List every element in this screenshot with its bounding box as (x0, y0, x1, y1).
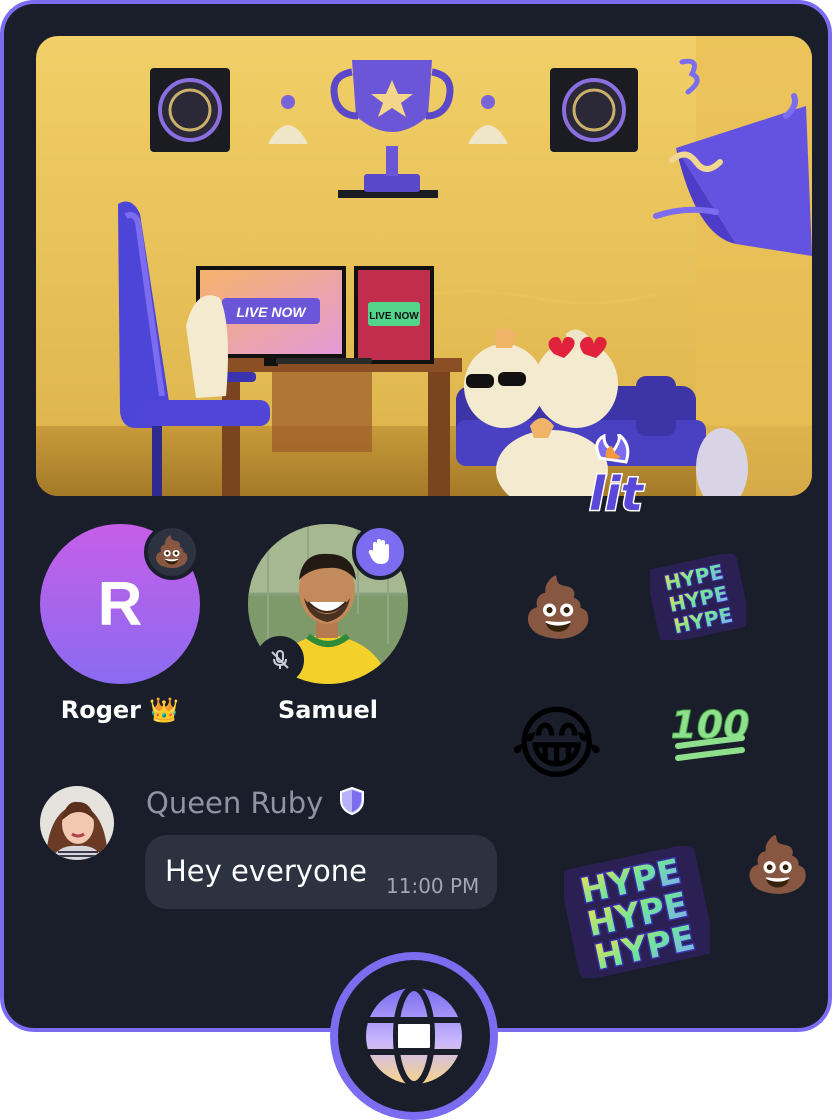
poop-emoji-sticker: 💩 (744, 833, 812, 896)
chat-message-time: 11:00 PM (386, 874, 480, 898)
lit-sticker: lit (588, 434, 646, 523)
speaker-left (150, 68, 230, 152)
chat-author: Queen Ruby (146, 786, 365, 820)
hundred-points-sticker: 100 (672, 703, 750, 761)
chat-author-name: Queen Ruby (146, 786, 324, 820)
chat-message-bubble[interactable]: Hey everyone 11:00 PM (145, 835, 497, 909)
mic-muted-icon[interactable] (256, 636, 304, 684)
raised-hand-icon[interactable] (352, 524, 408, 580)
lit-sticker-text: lit (589, 467, 645, 521)
poop-emoji-badge: 💩 (144, 524, 200, 580)
keyboard (276, 358, 372, 364)
stream-video[interactable]: LIVE NOW LIVE NOW (36, 36, 812, 496)
participant-name: Samuel (277, 696, 379, 724)
hype-sticker-large: HYPE HYPE HYPE (564, 846, 710, 978)
avatar-queen-ruby[interactable] (40, 786, 114, 860)
globe-button[interactable] (330, 952, 498, 1120)
queen-ruby-photo (40, 786, 114, 860)
speaker-right (550, 68, 638, 152)
poop-emoji-sticker: 💩 (522, 573, 595, 641)
globe-icon (366, 985, 462, 1087)
globe-button-inner (338, 960, 490, 1112)
monitor-left-text: LIVE NOW (236, 304, 307, 320)
shield-icon (339, 786, 364, 816)
gaming-room-scene: LIVE NOW LIVE NOW (36, 36, 812, 496)
monitor-right: LIVE NOW (354, 266, 434, 364)
participant-name: Roger 👑 (60, 696, 180, 724)
avatar-initial: R (97, 569, 143, 639)
hype-sticker-small: HYPE HYPE HYPE (650, 554, 746, 640)
laughing-emoji-sticker: 😂 (510, 697, 604, 790)
live-stream-card: LIVE NOW LIVE NOW R 💩 Roger 👑 Samuel Que… (0, 0, 832, 1032)
chat-message-text: Hey everyone (165, 854, 367, 888)
monitor-right-text: LIVE NOW (369, 311, 419, 322)
